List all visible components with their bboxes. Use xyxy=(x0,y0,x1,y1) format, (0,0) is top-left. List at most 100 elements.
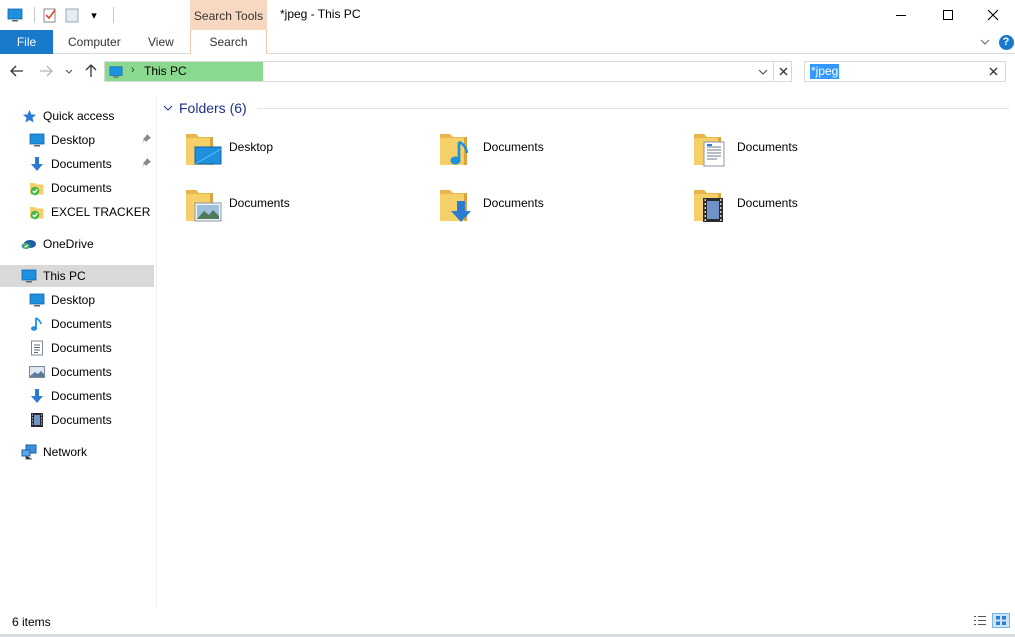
window-title: *jpeg - This PC xyxy=(280,7,361,21)
nav-quick-access[interactable]: Quick access xyxy=(0,105,154,127)
properties-icon[interactable] xyxy=(41,6,59,24)
breadcrumb-separator[interactable]: › xyxy=(131,64,135,76)
folder-label: Documents xyxy=(737,196,798,210)
nav-quick-documents-1[interactable]: Documents xyxy=(0,153,154,175)
desktop-folder-icon xyxy=(183,129,222,169)
minimize-icon xyxy=(896,14,906,16)
toolbar-divider xyxy=(34,7,35,23)
clear-search-button[interactable] xyxy=(985,63,1001,80)
nav-label: OneDrive xyxy=(43,237,94,251)
tab-computer[interactable]: Computer xyxy=(68,30,121,54)
folder-label: Desktop xyxy=(229,140,274,154)
folder-tile-desktop[interactable]: Desktop xyxy=(183,126,433,172)
desktop-icon xyxy=(29,132,45,148)
nav-pc-desktop[interactable]: Desktop xyxy=(0,289,154,311)
music-note-icon xyxy=(29,316,45,332)
details-view-button[interactable] xyxy=(971,613,989,628)
close-icon xyxy=(779,67,787,76)
nav-label: Documents xyxy=(51,365,112,379)
back-button[interactable] xyxy=(8,61,26,81)
search-box[interactable]: *jpeg xyxy=(804,61,1006,82)
address-history-dropdown[interactable] xyxy=(753,62,773,81)
address-bar[interactable]: › This PC xyxy=(104,61,792,82)
close-icon xyxy=(987,9,999,21)
details-view-icon xyxy=(974,616,986,625)
nav-quick-desktop[interactable]: Desktop xyxy=(0,129,154,151)
quick-access-toolbar: ▾ xyxy=(6,6,120,24)
nav-quick-documents-2[interactable]: Documents xyxy=(0,177,154,199)
desktop-icon xyxy=(29,292,45,308)
pin-icon xyxy=(141,134,151,144)
group-divider xyxy=(257,108,1009,109)
nav-pc-documents-downloads[interactable]: Documents xyxy=(0,385,154,407)
help-icon: ? xyxy=(998,34,1014,50)
downloads-folder-icon xyxy=(437,185,471,222)
music-folder-icon xyxy=(437,129,469,169)
pictures-folder-icon xyxy=(183,185,222,222)
picture-icon xyxy=(29,364,45,380)
folder-label: Documents xyxy=(483,196,544,210)
item-count: 6 items xyxy=(12,615,51,629)
pin-icon xyxy=(141,158,151,168)
folder-tile-documents-pictures[interactable]: Documents xyxy=(183,182,433,228)
folder-tile-documents-music[interactable]: Documents xyxy=(437,126,687,172)
folder-tile-documents[interactable]: Documents xyxy=(691,126,941,172)
arrow-up-icon xyxy=(85,64,97,77)
film-strip-icon xyxy=(29,412,45,428)
minimize-button[interactable] xyxy=(878,0,924,30)
stop-search-button[interactable] xyxy=(773,62,792,81)
new-folder-icon[interactable] xyxy=(63,6,81,24)
close-button[interactable] xyxy=(970,0,1015,30)
nav-quick-excel-tracker[interactable]: EXCEL TRACKER xyxy=(0,201,154,223)
tab-file[interactable]: File xyxy=(0,30,53,54)
this-pc-icon xyxy=(21,268,37,284)
ribbon-tab-bar: File Computer View Search ? xyxy=(0,30,1015,54)
search-tools-context-label: Search Tools xyxy=(190,0,267,32)
nav-label: This PC xyxy=(43,269,86,283)
folders-group-header[interactable]: Folders (6) xyxy=(163,98,247,118)
nav-this-pc[interactable]: This PC xyxy=(0,265,154,287)
arrow-right-icon xyxy=(40,65,53,77)
nav-pc-documents-videos[interactable]: Documents xyxy=(0,409,154,431)
breadcrumb-this-pc[interactable]: This PC xyxy=(144,64,187,78)
nav-label: Desktop xyxy=(51,293,96,307)
help-button[interactable]: ? xyxy=(998,32,1014,52)
nav-pc-documents-pictures[interactable]: Documents xyxy=(0,361,154,383)
customize-toolbar-dropdown[interactable]: ▾ xyxy=(85,6,103,24)
tiles-view-icon xyxy=(995,616,1006,625)
recent-locations-button[interactable] xyxy=(62,61,76,81)
folder-label: Documents xyxy=(737,140,798,154)
nav-pc-documents-docs[interactable]: Documents xyxy=(0,337,154,359)
folder-tile-documents-videos[interactable]: Documents xyxy=(691,182,941,228)
toolbar-divider xyxy=(113,7,114,23)
expand-ribbon-button[interactable] xyxy=(976,32,994,52)
onedrive-cloud-icon xyxy=(21,236,37,252)
star-icon xyxy=(21,108,37,124)
status-bar: 6 items xyxy=(0,608,1015,637)
nav-label: Documents xyxy=(51,317,112,331)
nav-pc-documents-music[interactable]: Documents xyxy=(0,313,154,335)
forward-button[interactable] xyxy=(37,61,55,81)
navigation-pane: Quick access Desktop Documents Documents xyxy=(0,96,157,608)
group-title: Folders (6) xyxy=(179,100,247,116)
chevron-down-icon xyxy=(980,39,990,45)
nav-network[interactable]: Network xyxy=(0,441,154,463)
tab-view[interactable]: View xyxy=(148,30,174,54)
tiles-view-button[interactable] xyxy=(992,613,1010,628)
this-pc-icon[interactable] xyxy=(6,6,24,24)
folder-tile-documents-downloads[interactable]: Documents xyxy=(437,182,687,228)
tab-search[interactable]: Search xyxy=(190,30,267,54)
chevron-down-icon xyxy=(163,105,173,111)
nav-label: Documents xyxy=(51,157,112,171)
search-input[interactable]: *jpeg xyxy=(810,64,840,79)
synced-folder-icon xyxy=(29,180,45,196)
nav-label: EXCEL TRACKER xyxy=(51,205,151,219)
maximize-button[interactable] xyxy=(925,0,971,30)
synced-folder-icon xyxy=(29,204,45,220)
up-button[interactable] xyxy=(82,61,100,81)
nav-onedrive[interactable]: OneDrive xyxy=(0,233,154,255)
documents-folder-icon xyxy=(691,129,725,167)
title-bar: ▾ Search Tools *jpeg - This PC xyxy=(0,0,1015,32)
folder-label: Documents xyxy=(483,140,544,154)
nav-label: Network xyxy=(43,445,88,459)
